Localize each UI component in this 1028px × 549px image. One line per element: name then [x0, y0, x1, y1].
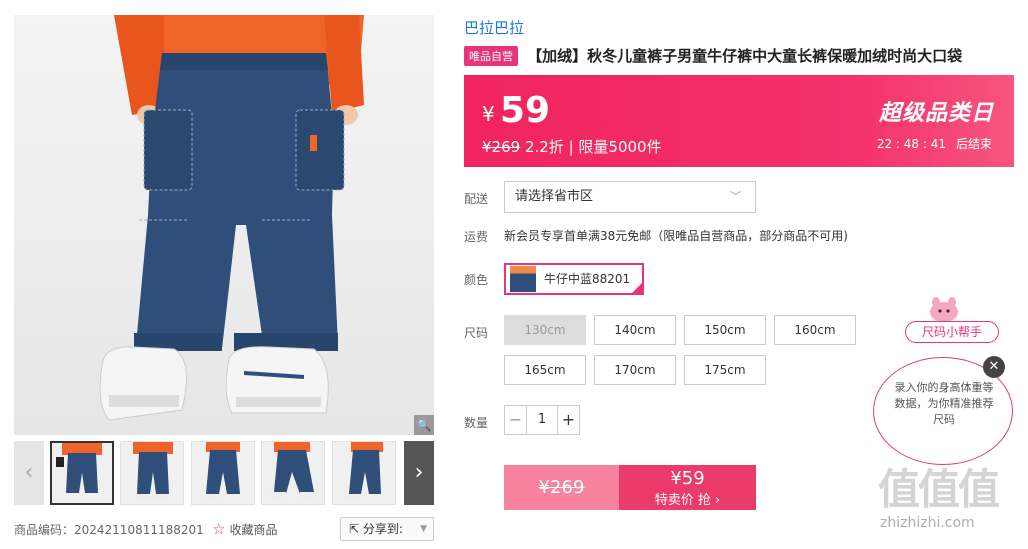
current-price: 59 [500, 90, 551, 131]
buy-price: ¥59 [670, 468, 705, 489]
price-currency: ¥ [482, 102, 495, 126]
favorite-label: 收藏商品 [229, 523, 278, 537]
check-icon: ✓ [634, 277, 642, 287]
original-price-strike: ¥269 [538, 477, 585, 498]
vip-self-operated-badge: 唯品自营 [464, 45, 518, 66]
countdown-end-label: 后结束 [955, 137, 992, 151]
product-page: 🔍 ‹ › 商品编码：20242110811188201 ☆ 收藏商品 ⇱ 分享到… [0, 0, 1028, 549]
countdown-time: 22 : 48 : 41 [876, 137, 946, 151]
thumbnail-strip: ‹ › [14, 441, 434, 505]
share-label: 分享到: [362, 522, 403, 536]
shipping-text: 新会员专享首单满38元免邮（限唯品自营商品，部分商品不可用) [504, 229, 848, 243]
thumbnail-4[interactable] [261, 441, 325, 505]
price-banner: ¥ 59 ¥269 2.2折 | 限量5000件 超级品类日 22 : 48 :… [464, 75, 1014, 167]
favorite-button[interactable]: ☆ 收藏商品 [212, 520, 277, 538]
plus-button[interactable]: + [557, 406, 579, 434]
promo-name: 超级品类日 [878, 101, 994, 126]
main-product-image[interactable]: 🔍 [14, 15, 434, 435]
size-helper-tag[interactable]: 尺码小帮手 [905, 321, 999, 343]
minus-button[interactable]: − [505, 406, 527, 434]
size-option[interactable]: 160cm [774, 315, 856, 345]
quantity-value[interactable]: 1 [527, 406, 557, 434]
size-label: 尺码 [464, 326, 489, 340]
price-subline: ¥269 2.2折 | 限量5000件 [482, 136, 662, 157]
region-select-value: 请选择省市区 [515, 189, 594, 204]
color-option-selected[interactable]: 牛仔中蓝88201 ✓ [504, 263, 644, 295]
quantity-stepper: − 1 + [504, 405, 580, 435]
shipping-label: 运费 [464, 230, 489, 244]
watermark-logo-text: 值值值 [878, 465, 1000, 514]
product-title: 【加绒】秋冬儿童裤子男童牛仔裤中大童长裤保暖加绒时尚大口袋 [527, 47, 963, 65]
size-option[interactable]: 170cm [594, 355, 676, 385]
buy-now-button[interactable]: ¥59 特卖价 抢 › [619, 465, 756, 510]
share-icon: ⇱ [349, 522, 363, 536]
delivery-label: 配送 [464, 192, 489, 206]
mascot-icon [930, 297, 958, 322]
size-option[interactable]: 175cm [684, 355, 766, 385]
thumb-prev-arrow-icon[interactable]: ‹ [14, 441, 44, 505]
buy-action-label: 特卖价 抢 › [654, 493, 721, 508]
jeans-photo [99, 15, 364, 421]
original-price-button[interactable]: ¥269 [504, 465, 619, 510]
chevron-down-icon: ▼ [420, 524, 427, 534]
countdown: 22 : 48 : 41 后结束 [877, 135, 992, 152]
watermark-url: zhizhizhi.com [880, 515, 975, 531]
discount-text: 2.2折 | 限量5000件 [520, 138, 662, 156]
color-swatch-thumbnail [510, 266, 536, 292]
size-option[interactable]: 150cm [684, 315, 766, 345]
watermark: 值值值 zhizhizhi.com [878, 465, 1024, 545]
thumbnail-3[interactable] [191, 441, 255, 505]
size-helper-text: 录入你的身高体重等数据，为你精准推荐尺码 [894, 381, 994, 426]
share-button[interactable]: ⇱ 分享到: ▼ [340, 517, 434, 541]
thumbnail-5[interactable] [332, 441, 396, 505]
magnifier-icon[interactable]: 🔍 [414, 415, 434, 435]
thumbnail-2[interactable] [120, 441, 184, 505]
size-option[interactable]: 140cm [594, 315, 676, 345]
size-option[interactable]: 165cm [504, 355, 586, 385]
chevron-down-icon: ﹀ [730, 190, 741, 203]
product-meta-bar: 商品编码：20242110811188201 ☆ 收藏商品 ⇱ 分享到: ▼ [14, 517, 434, 541]
color-label: 颜色 [464, 273, 489, 287]
quantity-label: 数量 [464, 416, 489, 430]
original-price: ¥269 [482, 138, 521, 156]
thumbnail-1[interactable] [50, 441, 114, 505]
close-icon[interactable]: ✕ [983, 356, 1005, 378]
title-row: 唯品自营 【加绒】秋冬儿童裤子男童牛仔裤中大童长裤保暖加绒时尚大口袋 [464, 45, 1024, 67]
size-option[interactable]: 130cm [504, 315, 586, 345]
region-select[interactable]: 请选择省市区 ﹀ [504, 181, 756, 213]
star-icon: ☆ [212, 520, 226, 538]
color-option-name: 牛仔中蓝88201 [544, 272, 631, 286]
brand-link[interactable]: 巴拉巴拉 [464, 17, 524, 38]
sku-code: 商品编码：20242110811188201 [14, 523, 204, 537]
thumb-next-arrow-icon[interactable]: › [404, 441, 434, 505]
